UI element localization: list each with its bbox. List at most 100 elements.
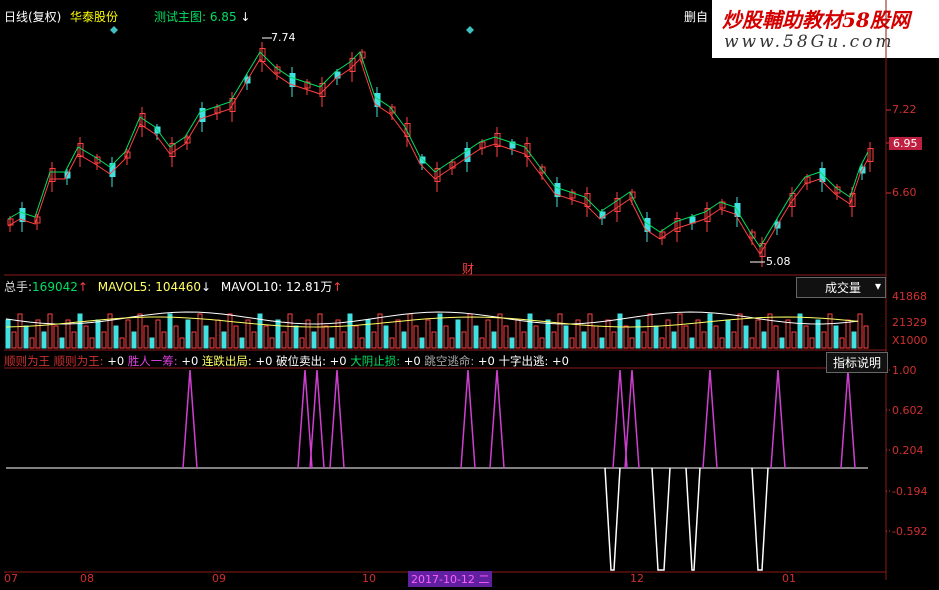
signal-tick-1: 1.00 [892,364,917,377]
volume-bar [245,319,251,349]
volume-bar [635,319,641,349]
volume-header: 总手:169042↑ MAVOL5: 104460↓ MAVOL10: 12.8… [4,278,342,295]
volume-bar [563,325,569,349]
volume-bar [587,313,593,349]
high-price-annotation: 7.74 [271,31,296,44]
volume-bar [707,313,713,349]
volume-bar [311,331,317,349]
signal-header: 顺则为王 顺则为王: +0 胜人一筹: +0 连跌出局: +0 破位卖出: +0… [4,353,569,369]
volume-bar [53,325,59,349]
buy-signal-spike [489,369,505,469]
volume-bar [179,337,185,349]
volume-bar [119,337,125,349]
buy-signal-spike [612,369,628,469]
volume-bar [143,325,149,349]
price-tick-722: 7.22 [892,103,917,116]
volume-dropdown-label: 成交量 [825,281,862,295]
date-tick-10: 10 [362,572,376,585]
volume-bar [779,337,785,349]
signal-name-1: 顺则为王: [53,354,104,368]
signal-name-5: 大阴止损: [350,354,401,368]
volume-bar [539,337,545,349]
volume-bar [41,331,47,349]
signal-value-4: +0 [329,354,347,368]
volume-indicator-dropdown[interactable]: 成交量 ▾ [796,277,886,298]
volume-bar [755,319,761,349]
volume-bar [95,319,101,349]
volume-bar [299,337,305,349]
volume-bar [407,313,413,349]
down-arrow-icon: ↓ [201,280,212,294]
volume-bar [359,337,365,349]
buy-signal-spike [702,369,718,469]
diamond-marker-icon [110,26,118,34]
volume-bar [17,313,23,349]
finance-marker[interactable]: 财 [462,260,474,277]
volume-bar [251,331,257,349]
volume-bar [233,325,239,349]
volume-bar [557,313,563,349]
volume-bar [761,331,767,349]
total-volume-label: 总手: [4,280,33,294]
date-tick-09: 09 [212,572,226,585]
volume-bar [5,319,11,349]
indicator-help-button[interactable]: 指标说明 [826,352,889,373]
volume-bar [497,313,503,349]
volume-bar [209,337,215,349]
volume-bar [569,337,575,349]
volume-bar [791,331,797,349]
volume-bar [785,319,791,349]
volume-bar [167,313,173,349]
sell-signal-spike [651,467,671,571]
price-tick-660: 6.60 [892,186,917,199]
volume-bar [725,319,731,349]
volume-bar [113,325,119,349]
volume-bar [191,331,197,349]
volume-bar [665,319,671,349]
buy-signal-spike [329,369,345,469]
volume-bar [71,331,77,349]
signal-name-3: 连跌出局: [201,354,252,368]
signal-name-2: 胜人一筹: [127,354,178,368]
volume-bar [335,319,341,349]
volume-bar [749,337,755,349]
volume-bar [503,325,509,349]
buy-signal-spike [309,369,325,469]
volume-bar [701,331,707,349]
volume-bar [269,337,275,349]
buy-signal-spike [460,369,476,469]
volume-bar [323,325,329,349]
mavol5-value: 104460 [155,280,201,294]
diamond-marker-icon [466,26,474,34]
volume-bar [521,331,527,349]
ma-line-red [7,58,869,255]
volume-bar [155,319,161,349]
up-arrow-icon: ↑ [332,280,343,294]
cursor-date-badge: 2017-10-12 二 [408,571,493,587]
volume-bar [23,325,29,349]
volume-bar [431,331,437,349]
volume-bar [389,337,395,349]
volume-bar [833,325,839,349]
volume-bar [227,313,233,349]
volume-bar [419,337,425,349]
volume-bar [629,337,635,349]
volume-bar [527,313,533,349]
volume-bar [401,331,407,349]
signal-tick-3: 0.204 [892,444,924,457]
buy-signal-spike [840,369,856,469]
volume-bar [83,325,89,349]
volume-bar [425,319,431,349]
ma-line-green [7,51,869,248]
volume-bar [599,337,605,349]
volume-bar [515,319,521,349]
volume-bar [623,325,629,349]
date-tick-08: 08 [80,572,94,585]
volume-bar [467,313,473,349]
volume-bar [713,325,719,349]
volume-bar [293,325,299,349]
volume-bar [731,331,737,349]
volume-bar [479,337,485,349]
volume-tick-mid: 21329 [892,316,927,329]
volume-bar [809,337,815,349]
